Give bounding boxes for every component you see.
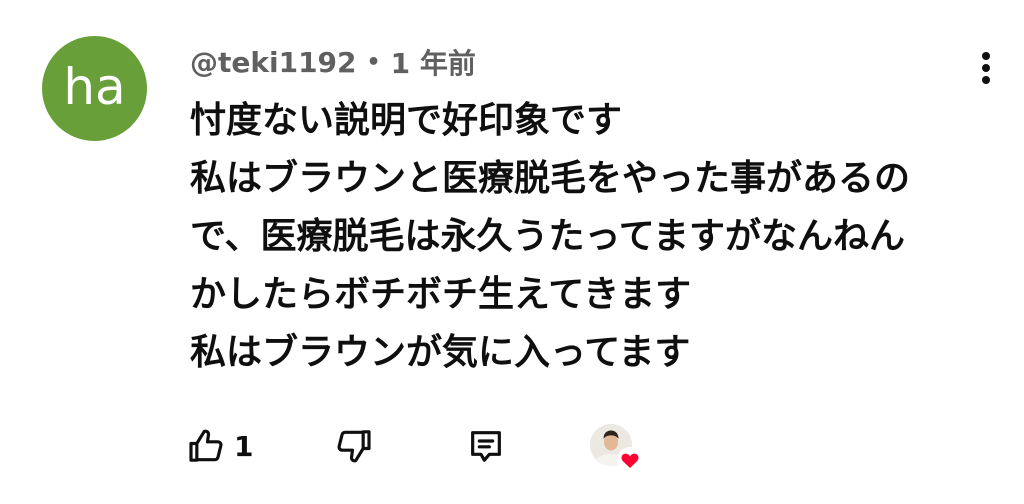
comment-line: 私はブラウンと医療脱毛をやった事があるの: [190, 158, 911, 199]
creator-heart: [590, 424, 644, 474]
reply-button[interactable]: [466, 420, 506, 472]
comment-line: で、医療脱毛は永久うたってますがなんねん: [190, 216, 905, 257]
avatar[interactable]: ha: [42, 36, 147, 141]
comment-icon: [471, 431, 501, 462]
comment-line: 私はブラウンが気に入ってます: [190, 332, 691, 373]
heart-icon: [617, 447, 643, 473]
comment-header: @teki1192 • 1 年前: [190, 40, 476, 84]
dislike-button[interactable]: [334, 420, 374, 472]
thumbs-up-icon: [189, 429, 223, 462]
comment-timestamp[interactable]: 1 年前: [391, 42, 476, 82]
thumbs-down-icon: [337, 430, 371, 463]
like-button[interactable]: 1: [186, 420, 253, 472]
more-options-button[interactable]: [966, 48, 1006, 88]
like-count: 1: [234, 429, 254, 463]
comment-actions: 1: [186, 420, 666, 474]
more-vertical-icon: [982, 52, 990, 84]
comment-text: 忖度ない説明で好印象です 私はブラウンと医療脱毛をやった事があるの で、医療脱毛…: [190, 92, 1000, 382]
comment-line: かしたらボチボチ生えてきます: [190, 274, 692, 315]
avatar-initials: ha: [63, 57, 126, 116]
header-separator: •: [366, 49, 381, 75]
comment-line: 忖度ない説明で好印象です: [190, 100, 623, 141]
author-name[interactable]: @teki1192: [190, 46, 357, 79]
